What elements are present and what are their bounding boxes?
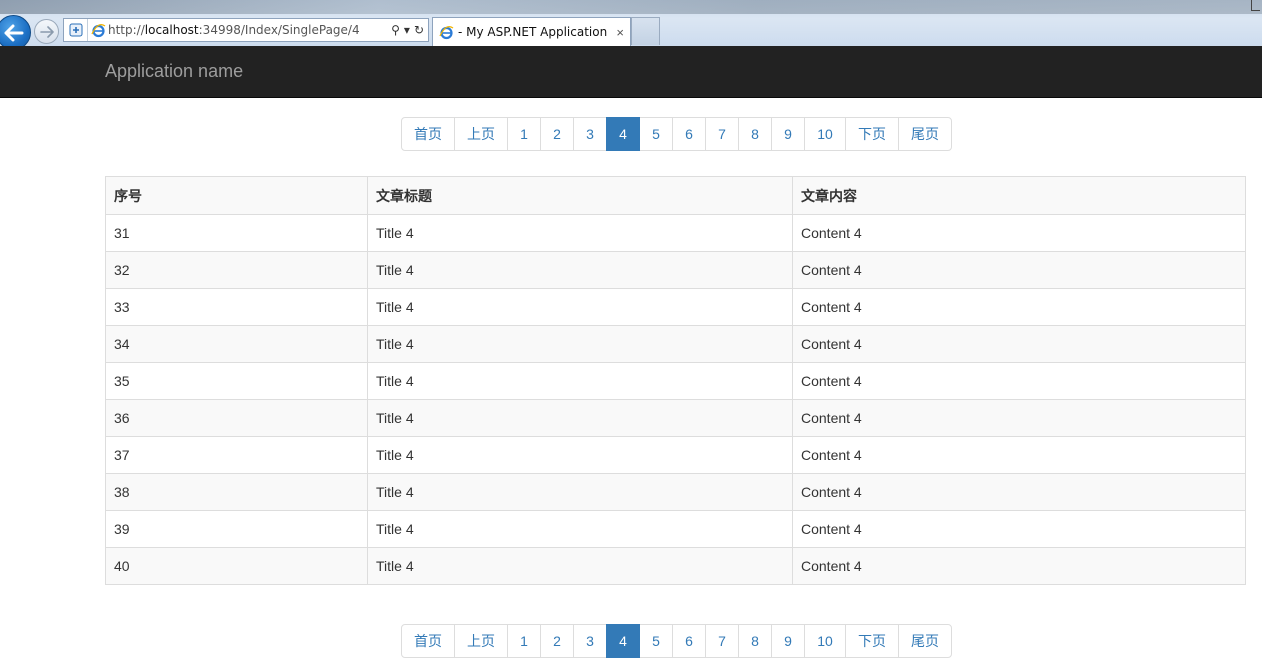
back-button[interactable] [0, 15, 31, 46]
cell-title: Title 4 [367, 547, 793, 585]
page-5[interactable]: 5 [639, 624, 673, 658]
compatibility-shield-icon[interactable] [64, 19, 88, 41]
page-3[interactable]: 3 [573, 117, 607, 151]
table-row: 32 Title 4 Content 4 [105, 251, 1246, 289]
page-7[interactable]: 7 [705, 624, 739, 658]
navbar: Application name [0, 46, 1262, 98]
page-first[interactable]: 首页 [401, 117, 455, 151]
cell-index: 39 [105, 510, 368, 548]
cell-title: Title 4 [367, 362, 793, 400]
page-4-active[interactable]: 4 [606, 117, 640, 151]
cell-index: 40 [105, 547, 368, 585]
search-icon[interactable]: ⚲ [391, 23, 400, 37]
cell-title: Title 4 [367, 325, 793, 363]
page-2[interactable]: 2 [540, 624, 574, 658]
arrow-right-icon [39, 25, 54, 38]
page-3[interactable]: 3 [573, 624, 607, 658]
header-title: 文章标题 [367, 176, 793, 215]
page-prev[interactable]: 上页 [454, 624, 508, 658]
page-1[interactable]: 1 [507, 117, 541, 151]
page-2[interactable]: 2 [540, 117, 574, 151]
navbar-brand[interactable]: Application name [105, 61, 243, 82]
arrow-left-icon [4, 24, 23, 41]
cell-index: 34 [105, 325, 368, 363]
cell-content: Content 4 [792, 362, 1246, 400]
cell-content: Content 4 [792, 214, 1246, 252]
page-next[interactable]: 下页 [845, 624, 899, 658]
cell-content: Content 4 [792, 251, 1246, 289]
cell-content: Content 4 [792, 510, 1246, 548]
table-header-row: 序号 文章标题 文章内容 [105, 176, 1246, 215]
page-next[interactable]: 下页 [845, 117, 899, 151]
cell-index: 36 [105, 399, 368, 437]
table-row: 31 Title 4 Content 4 [105, 214, 1246, 252]
cell-index: 35 [105, 362, 368, 400]
cell-index: 33 [105, 288, 368, 326]
ie-page-icon [88, 23, 108, 38]
close-icon[interactable]: × [616, 25, 630, 40]
cell-content: Content 4 [792, 436, 1246, 474]
page-6[interactable]: 6 [672, 117, 706, 151]
url-path: :34998/Index/SinglePage/4 [198, 23, 360, 37]
page-9[interactable]: 9 [771, 624, 805, 658]
table-row: 35 Title 4 Content 4 [105, 362, 1246, 400]
browser-chrome: http://localhost:34998/Index/SinglePage/… [0, 0, 1262, 46]
url-text[interactable]: http://localhost:34998/Index/SinglePage/… [108, 23, 391, 37]
table-row: 33 Title 4 Content 4 [105, 288, 1246, 326]
table-row: 37 Title 4 Content 4 [105, 436, 1246, 474]
ie-tab-icon [439, 25, 454, 39]
cell-title: Title 4 [367, 288, 793, 326]
chevron-down-icon[interactable]: ▾ [404, 23, 410, 37]
page-1[interactable]: 1 [507, 624, 541, 658]
header-content: 文章内容 [792, 176, 1246, 215]
cell-content: Content 4 [792, 473, 1246, 511]
pagination-bottom: 首页 上页 1 2 3 4 5 6 7 8 9 10 下页 尾页 [401, 624, 952, 658]
page-10[interactable]: 10 [804, 117, 846, 151]
table-row: 36 Title 4 Content 4 [105, 399, 1246, 437]
browser-tab-active[interactable]: - My ASP.NET Application × [432, 17, 631, 46]
page-9[interactable]: 9 [771, 117, 805, 151]
table-row: 38 Title 4 Content 4 [105, 473, 1246, 511]
page-first[interactable]: 首页 [401, 624, 455, 658]
articles-table: 序号 文章标题 文章内容 31 Title 4 Content 4 32 Tit… [105, 176, 1246, 585]
cell-index: 31 [105, 214, 368, 252]
cell-title: Title 4 [367, 214, 793, 252]
cell-title: Title 4 [367, 436, 793, 474]
cell-title: Title 4 [367, 399, 793, 437]
cell-index: 37 [105, 436, 368, 474]
tab-title: - My ASP.NET Application [458, 25, 608, 39]
page-last[interactable]: 尾页 [898, 117, 952, 151]
cell-content: Content 4 [792, 399, 1246, 437]
url-prefix: http:// [108, 23, 145, 37]
cell-content: Content 4 [792, 547, 1246, 585]
address-tools: ⚲ ▾ ↻ [391, 23, 428, 37]
pagination-top: 首页 上页 1 2 3 4 5 6 7 8 9 10 下页 尾页 [401, 117, 952, 151]
table-row: 39 Title 4 Content 4 [105, 510, 1246, 548]
forward-button[interactable] [34, 19, 59, 44]
refresh-icon[interactable]: ↻ [414, 23, 424, 37]
window-corner-icon [1251, 0, 1260, 11]
page-prev[interactable]: 上页 [454, 117, 508, 151]
cell-title: Title 4 [367, 251, 793, 289]
cell-title: Title 4 [367, 473, 793, 511]
page-10[interactable]: 10 [804, 624, 846, 658]
page-8[interactable]: 8 [738, 624, 772, 658]
page-5[interactable]: 5 [639, 117, 673, 151]
cell-index: 38 [105, 473, 368, 511]
new-tab-button[interactable] [631, 17, 660, 45]
page-6[interactable]: 6 [672, 624, 706, 658]
page-7[interactable]: 7 [705, 117, 739, 151]
cell-index: 32 [105, 251, 368, 289]
page-last[interactable]: 尾页 [898, 624, 952, 658]
table-row: 34 Title 4 Content 4 [105, 325, 1246, 363]
table-row: 40 Title 4 Content 4 [105, 547, 1246, 585]
cell-title: Title 4 [367, 510, 793, 548]
header-index: 序号 [105, 176, 368, 215]
url-host: localhost [144, 23, 199, 37]
cell-content: Content 4 [792, 325, 1246, 363]
page-8[interactable]: 8 [738, 117, 772, 151]
page-4-active[interactable]: 4 [606, 624, 640, 658]
address-bar[interactable]: http://localhost:34998/Index/SinglePage/… [63, 18, 429, 42]
cell-content: Content 4 [792, 288, 1246, 326]
